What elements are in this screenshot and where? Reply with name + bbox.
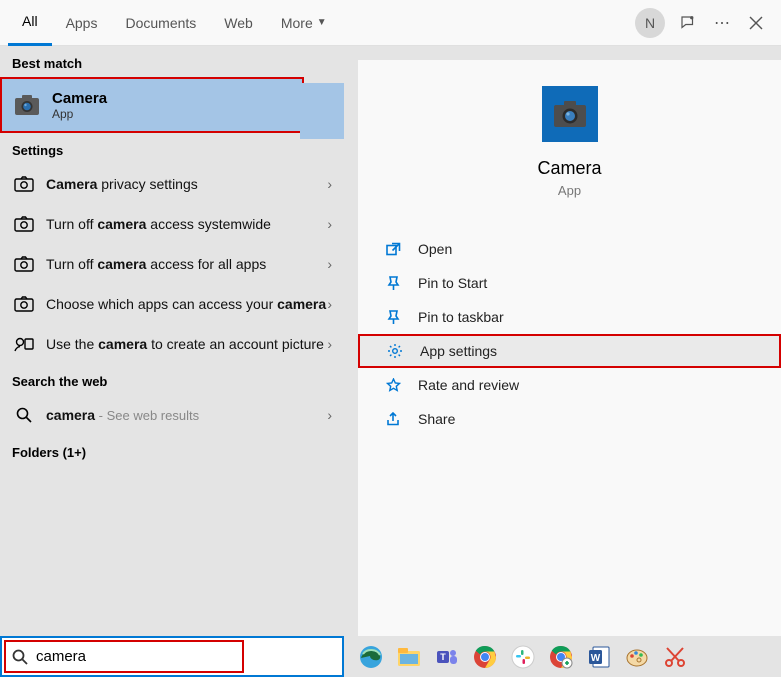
preview-app-tile (542, 86, 598, 142)
action-app-settings[interactable]: App settings (358, 334, 781, 368)
chevron-down-icon: ▼ (317, 17, 327, 28)
taskbar-teams-icon[interactable]: T (430, 640, 464, 674)
settings-header: Settings (0, 133, 344, 164)
taskbar-edge-icon[interactable] (354, 640, 388, 674)
taskbar-snip-icon[interactable] (658, 640, 692, 674)
taskbar-paint-icon[interactable] (620, 640, 654, 674)
setting-account-picture[interactable]: Use the camera to create an account pict… (0, 324, 344, 364)
taskbar-chrome-canary-icon[interactable] (544, 640, 578, 674)
svg-text:W: W (591, 653, 601, 664)
setting-turn-off-all-apps[interactable]: Turn off camera access for all apps › (0, 244, 344, 284)
action-share[interactable]: Share (358, 402, 781, 436)
tab-more[interactable]: More▼ (267, 0, 341, 46)
chevron-right-icon: › (327, 407, 332, 423)
chevron-right-icon: › (327, 216, 332, 232)
web-result-camera[interactable]: camera - See web results › (0, 395, 344, 435)
best-match-camera[interactable]: Camera App (0, 77, 304, 133)
setting-choose-apps[interactable]: Choose which apps can access your camera… (0, 284, 344, 324)
setting-camera-privacy[interactable]: Camera privacy settings › (0, 164, 344, 204)
search-input[interactable] (36, 648, 236, 665)
chevron-right-icon: › (327, 176, 332, 192)
search-web-header: Search the web (0, 364, 344, 395)
open-icon (382, 242, 404, 257)
folders-header: Folders (1+) (0, 435, 344, 466)
chevron-right-icon: › (327, 296, 332, 312)
preview-subtitle: App (558, 183, 581, 198)
action-rate-review[interactable]: Rate and review (358, 368, 781, 402)
preview-panel: Camera App Open Pin to Start Pin to task… (358, 60, 781, 636)
best-match-subtitle: App (52, 107, 107, 121)
taskbar-chrome-icon[interactable] (468, 640, 502, 674)
gear-icon (384, 343, 406, 359)
action-pin-start[interactable]: Pin to Start (358, 266, 781, 300)
camera-outline-icon (12, 216, 36, 232)
taskbar-explorer-icon[interactable] (392, 640, 426, 674)
search-scope-tabs: All Apps Documents Web More▼ N ⋯ (0, 0, 781, 46)
taskbar-slack-icon[interactable] (506, 640, 540, 674)
pin-taskbar-icon (382, 310, 404, 325)
search-icon (12, 649, 28, 665)
tab-web[interactable]: Web (210, 0, 267, 46)
camera-outline-icon (12, 296, 36, 312)
feedback-icon[interactable] (671, 6, 705, 40)
tab-apps[interactable]: Apps (52, 0, 112, 46)
camera-outline-icon (12, 256, 36, 272)
chevron-right-icon: › (327, 256, 332, 272)
search-box[interactable] (0, 636, 344, 677)
user-avatar[interactable]: N (635, 8, 665, 38)
share-icon (382, 412, 404, 427)
results-panel: Best match Camera App Settings Camera pr… (0, 46, 344, 636)
pin-start-icon (382, 276, 404, 291)
chevron-right-icon: › (327, 336, 332, 352)
tab-all[interactable]: All (8, 0, 52, 46)
more-icon[interactable]: ⋯ (705, 6, 739, 40)
tab-documents[interactable]: Documents (111, 0, 210, 46)
best-match-title: Camera (52, 90, 107, 107)
action-pin-taskbar[interactable]: Pin to taskbar (358, 300, 781, 334)
camera-outline-icon (12, 176, 36, 192)
close-icon[interactable] (739, 6, 773, 40)
svg-text:T: T (440, 652, 446, 662)
setting-turn-off-systemwide[interactable]: Turn off camera access systemwide › (0, 204, 344, 244)
preview-title: Camera (537, 158, 601, 179)
search-icon (12, 407, 36, 423)
camera-app-icon (12, 90, 42, 120)
taskbar: T W (0, 636, 781, 677)
taskbar-word-icon[interactable]: W (582, 640, 616, 674)
best-match-header: Best match (0, 46, 344, 77)
account-picture-icon (12, 336, 36, 352)
action-open[interactable]: Open (358, 232, 781, 266)
star-icon (382, 378, 404, 393)
